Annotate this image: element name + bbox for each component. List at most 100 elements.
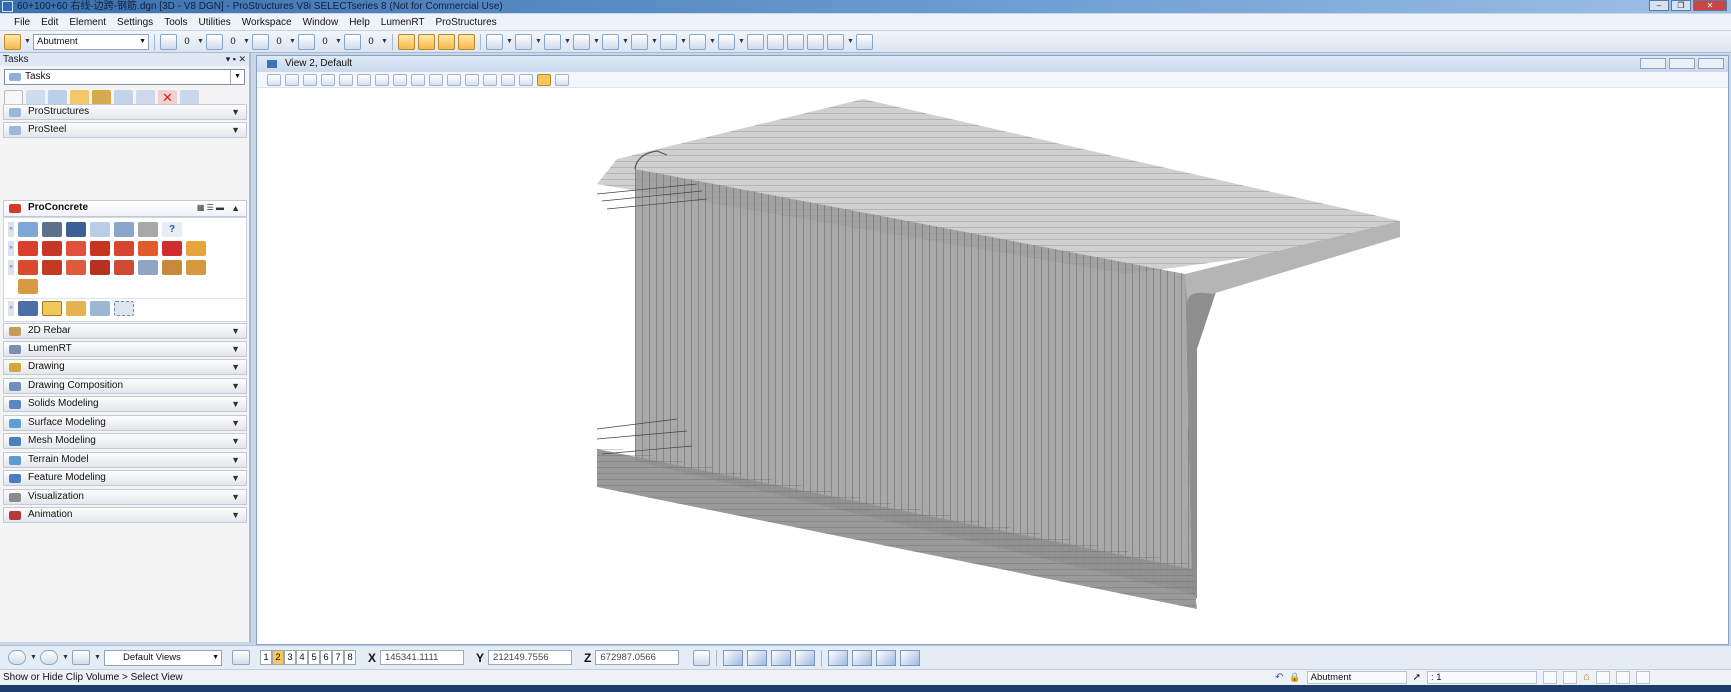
chevron-down-icon[interactable]: ▼ — [564, 38, 571, 45]
fence-status-icon[interactable] — [1563, 671, 1577, 684]
close-button[interactable]: ✕ — [1693, 0, 1727, 11]
view-box-icon[interactable] — [486, 33, 503, 50]
group-expander[interactable]: » — [8, 300, 14, 316]
rebar-wall-icon[interactable] — [90, 260, 110, 275]
priority-icon[interactable] — [344, 33, 361, 50]
front-view-icon[interactable] — [747, 649, 768, 666]
hook-bar-icon[interactable] — [18, 279, 38, 294]
concrete-shape-icon[interactable] — [18, 222, 38, 237]
section-2d-rebar[interactable]: 2D Rebar ▼ — [3, 323, 247, 339]
update-view-icon[interactable] — [321, 73, 335, 86]
rear-iso-view-icon[interactable] — [900, 649, 921, 666]
section-drawing[interactable]: Drawing ▼ — [3, 359, 247, 375]
signal-icon[interactable] — [1635, 671, 1650, 684]
view-button-7[interactable]: 7 — [332, 650, 344, 665]
menu-utilities[interactable]: Utilities — [199, 17, 231, 28]
view-button-4[interactable]: 4 — [296, 650, 308, 665]
stair-icon[interactable] — [138, 241, 158, 256]
render-icon[interactable] — [573, 33, 590, 50]
x-coordinate-field[interactable]: 145341.1111 — [380, 650, 465, 665]
measure-icon[interactable] — [718, 33, 735, 50]
section-prostructures[interactable]: ProStructures ▼ — [3, 104, 247, 120]
app-icon[interactable] — [2, 1, 13, 12]
snap-keypoint-icon[interactable] — [398, 33, 415, 50]
zoom-in-icon[interactable] — [339, 73, 353, 86]
view-next-icon[interactable] — [465, 73, 479, 86]
right-view-icon[interactable] — [771, 649, 792, 666]
bending-schedule-icon[interactable] — [18, 300, 38, 316]
clip-mask-icon[interactable] — [519, 73, 533, 86]
pan-view-icon[interactable] — [429, 73, 443, 86]
key-in-icon[interactable] — [767, 33, 784, 50]
menu-file[interactable]: File — [14, 17, 30, 28]
bent-bar-icon[interactable] — [186, 260, 206, 275]
reference-icon[interactable] — [515, 33, 532, 50]
model-icon[interactable] — [1543, 671, 1557, 684]
copy-view-icon[interactable] — [483, 73, 497, 86]
rotate-view-icon[interactable] — [411, 73, 425, 86]
iso-view-icon[interactable] — [795, 649, 816, 666]
corbel-icon[interactable] — [162, 241, 182, 256]
back-view-icon[interactable] — [852, 649, 873, 666]
print-icon[interactable] — [1595, 671, 1610, 684]
display-style-icon[interactable] — [285, 73, 299, 86]
select-icon[interactable] — [689, 33, 706, 50]
rebar-footing-icon[interactable] — [66, 260, 86, 275]
view-mode-icons[interactable]: ▦ ☰ ▬ — [197, 201, 224, 215]
line-style-icon[interactable] — [206, 33, 223, 50]
forward-icon[interactable] — [40, 650, 58, 665]
view-button-3[interactable]: 3 — [284, 650, 296, 665]
properties-icon[interactable] — [787, 33, 804, 50]
menu-element[interactable]: Element — [69, 17, 106, 28]
info-icon[interactable] — [747, 33, 764, 50]
left-view-icon[interactable] — [876, 649, 897, 666]
section-prosteel[interactable]: ProSteel ▼ — [3, 122, 247, 138]
lock-icon[interactable]: 🔒 — [1289, 670, 1300, 685]
hide-icon[interactable] — [856, 33, 873, 50]
chevron-down-icon[interactable]: ▼ — [535, 38, 542, 45]
bottom-view-icon[interactable] — [828, 649, 849, 666]
line-weight-icon[interactable] — [252, 33, 269, 50]
section-mesh-modeling[interactable]: Mesh Modeling ▼ — [3, 433, 247, 449]
menu-tools[interactable]: Tools — [164, 17, 187, 28]
camera-icon[interactable] — [555, 73, 569, 86]
level-manager-icon[interactable] — [631, 33, 648, 50]
schedule-icon[interactable] — [114, 222, 134, 237]
menu-help[interactable]: Help — [349, 17, 370, 28]
chevron-down-icon[interactable]: ▼ — [738, 38, 745, 45]
rebar-column-icon[interactable] — [42, 260, 62, 275]
section-solids-modeling[interactable]: Solids Modeling ▼ — [3, 396, 247, 412]
view-minimize-button[interactable] — [1640, 58, 1666, 69]
view-previous-icon[interactable] — [447, 73, 461, 86]
group-expander[interactable]: » — [8, 241, 14, 256]
rebar-modify-icon[interactable] — [90, 300, 110, 316]
column-icon[interactable] — [42, 241, 62, 256]
view-button-5[interactable]: 5 — [308, 650, 320, 665]
task-dropdown[interactable]: Tasks ▼ — [4, 69, 245, 85]
section-terrain-model[interactable]: Terrain Model ▼ — [3, 452, 247, 468]
grid-icon[interactable] — [807, 33, 824, 50]
minimize-button[interactable]: – — [1649, 0, 1669, 11]
chevron-down-icon[interactable]: ▼ — [94, 654, 101, 661]
rebar-shape-icon[interactable] — [18, 260, 38, 275]
rebar-mark-icon[interactable] — [66, 300, 86, 316]
group-expander[interactable]: » — [8, 260, 14, 275]
rebar-grid-icon[interactable] — [138, 260, 158, 275]
menu-workspace[interactable]: Workspace — [242, 17, 292, 28]
view-restore-button[interactable] — [1669, 58, 1695, 69]
section-visualization[interactable]: Visualization ▼ — [3, 489, 247, 505]
zoom-out-icon[interactable] — [357, 73, 371, 86]
single-bar-icon[interactable] — [162, 260, 182, 275]
back-icon[interactable] — [8, 650, 26, 665]
chevron-down-icon[interactable]: ▼ — [847, 38, 854, 45]
help-icon[interactable]: ? — [162, 222, 182, 237]
chevron-down-icon[interactable]: ▼ — [289, 38, 296, 45]
view-close-button[interactable] — [1698, 58, 1724, 69]
viewport-3d[interactable] — [257, 89, 1728, 644]
active-level-status[interactable]: Abutment — [1306, 671, 1407, 684]
fit-view-icon[interactable] — [393, 73, 407, 86]
view-groups-icon[interactable] — [232, 650, 250, 665]
lighting-icon[interactable] — [303, 73, 317, 86]
view-attributes-icon[interactable] — [267, 73, 281, 86]
wall-icon[interactable] — [90, 241, 110, 256]
